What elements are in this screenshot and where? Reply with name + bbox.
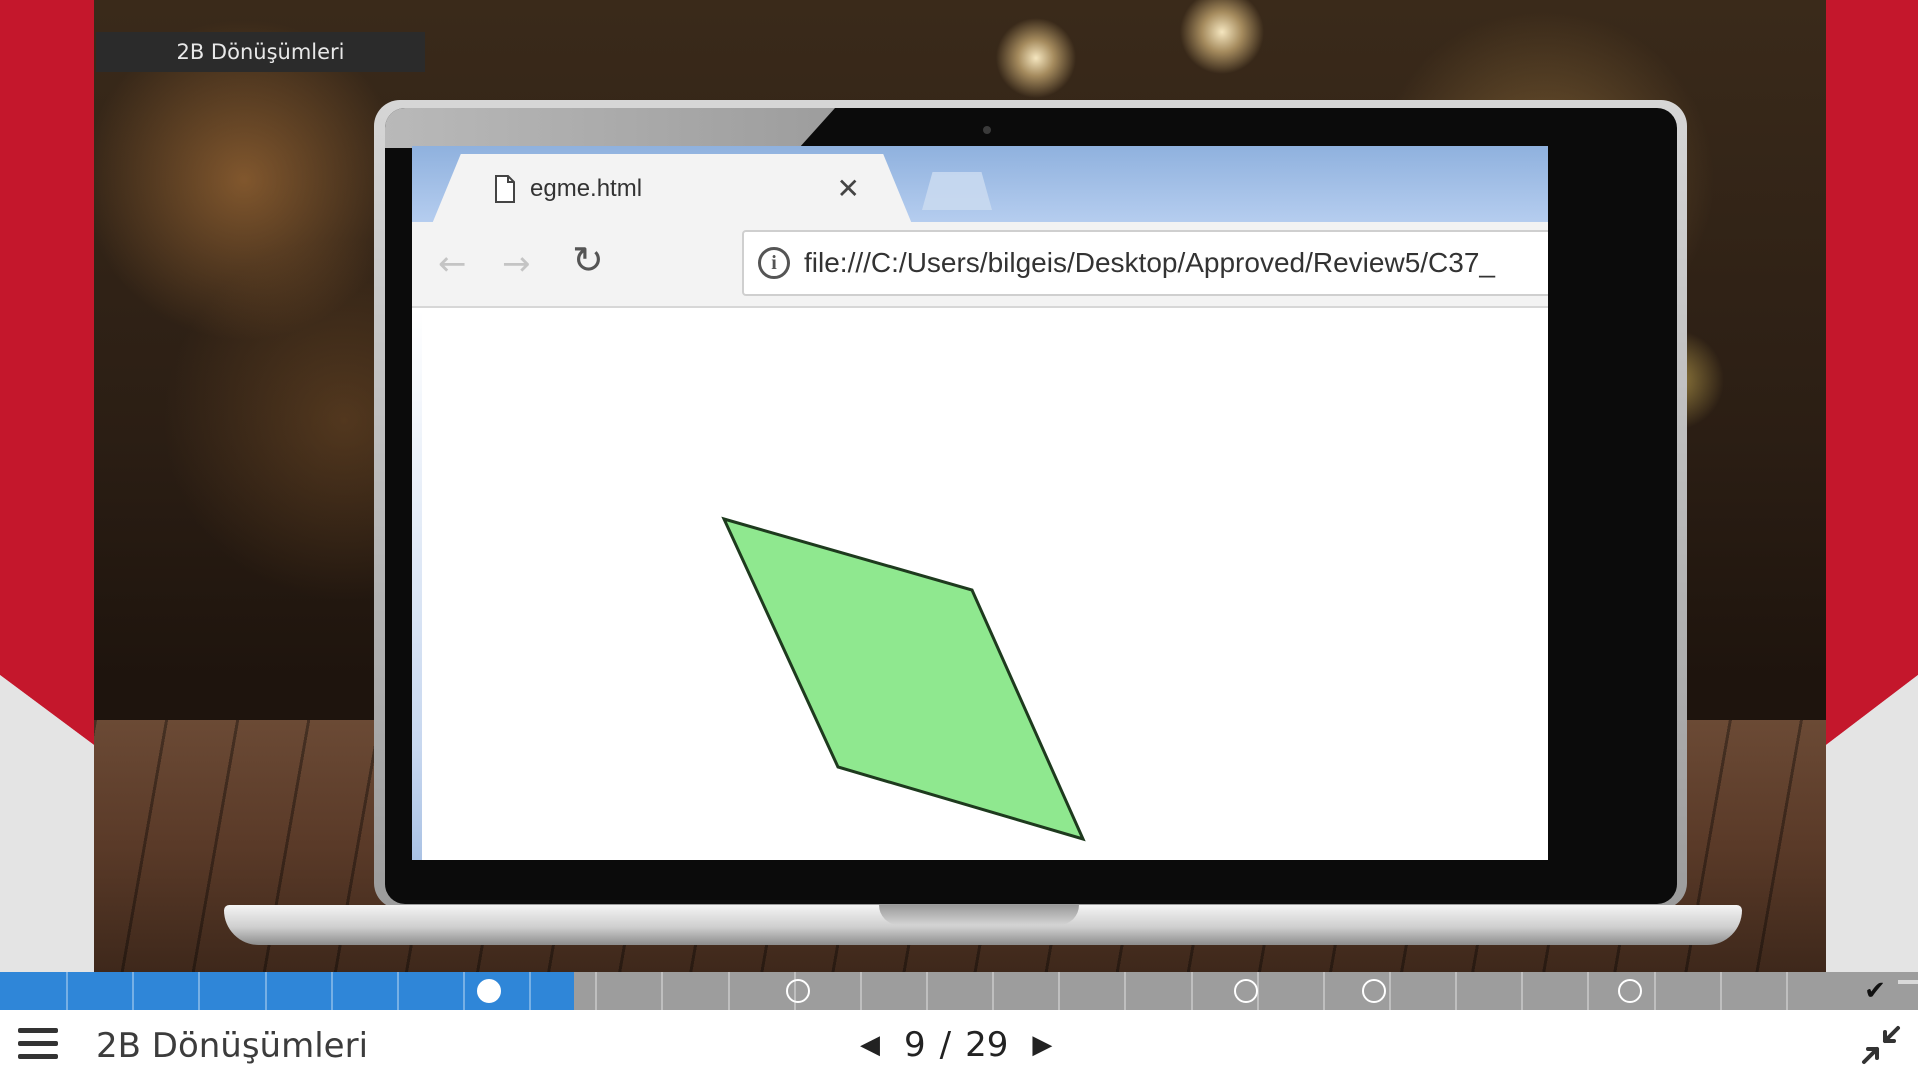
tab-close-icon: ✕ xyxy=(836,172,860,205)
progress-end-tick xyxy=(1898,980,1918,984)
browser-window: egme.html ✕ ← → ↻ i file:///C:/Users/bil… xyxy=(412,146,1548,860)
progress-segment-divider xyxy=(1455,972,1457,1010)
browser-page xyxy=(412,310,1548,860)
progress-segment-divider xyxy=(265,972,267,1010)
bezel-glare xyxy=(385,108,835,148)
checkmark-icon: ✔ xyxy=(1864,976,1886,1006)
browser-tab-strip: egme.html ✕ xyxy=(412,146,1548,224)
progress-segment-divider xyxy=(397,972,399,1010)
video-frame[interactable]: 2B Dönüşümleri egme.html ✕ ← → ↻ i file:… xyxy=(94,0,1826,972)
browser-tab: egme.html ✕ xyxy=(432,154,912,224)
parallelogram-shape xyxy=(721,516,1086,842)
browser-edge-glare xyxy=(412,310,422,860)
video-title-chip: 2B Dönüşümleri xyxy=(96,32,425,72)
back-arrow-icon: ← xyxy=(438,244,467,284)
forward-arrow-icon: → xyxy=(502,244,531,284)
browser-toolbar: ← → ↻ i file:///C:/Users/bilgeis/Desktop… xyxy=(412,222,1548,308)
progress-segment-divider xyxy=(992,972,994,1010)
laptop-notch xyxy=(879,905,1079,925)
progress-segment-divider xyxy=(595,972,597,1010)
current-position-marker[interactable] xyxy=(477,979,501,1003)
hamburger-icon xyxy=(18,1041,58,1046)
progress-segment-divider xyxy=(1786,972,1788,1010)
current-page: 9 xyxy=(904,1025,926,1065)
progress-bar[interactable] xyxy=(0,972,1918,1010)
tab-title: egme.html xyxy=(530,175,643,202)
red-banner-left xyxy=(0,0,94,972)
progress-segment-divider xyxy=(132,972,134,1010)
progress-segment-divider xyxy=(661,972,663,1010)
progress-segment-divider xyxy=(529,972,531,1010)
progress-segment-divider xyxy=(331,972,333,1010)
chapter-marker[interactable] xyxy=(1234,979,1258,1003)
caret-left-icon[interactable]: ◀ xyxy=(850,1030,890,1060)
progress-segment-divider xyxy=(1058,972,1060,1010)
page-separator: / xyxy=(939,1025,952,1065)
reload-icon: ↻ xyxy=(572,238,604,282)
player-control-bar: 2B Dönüşümleri ◀ 9 / 29 ▶ xyxy=(0,1010,1918,1078)
new-tab-button xyxy=(922,172,992,210)
course-title: 2B Dönüşümleri xyxy=(96,1026,369,1066)
red-banner-right xyxy=(1826,0,1918,972)
progress-segment-divider xyxy=(198,972,200,1010)
caret-right-icon[interactable]: ▶ xyxy=(1022,1030,1062,1060)
file-icon xyxy=(495,175,515,203)
progress-segment-divider xyxy=(728,972,730,1010)
chapter-marker[interactable] xyxy=(1618,979,1642,1003)
progress-segment-divider xyxy=(1587,972,1589,1010)
info-icon: i xyxy=(758,247,790,279)
progress-segment-divider xyxy=(1191,972,1193,1010)
progress-segment-divider xyxy=(1720,972,1722,1010)
chapter-marker[interactable] xyxy=(786,979,810,1003)
progress-segment-divider xyxy=(1124,972,1126,1010)
menu-button[interactable] xyxy=(18,1026,62,1062)
exit-fullscreen-icon[interactable] xyxy=(1860,1024,1902,1066)
hamburger-icon xyxy=(18,1028,58,1033)
progress-segment-divider xyxy=(1389,972,1391,1010)
progress-segment-divider xyxy=(1323,972,1325,1010)
progress-segment-divider xyxy=(860,972,862,1010)
laptop-camera xyxy=(983,126,991,134)
chapter-marker[interactable] xyxy=(1362,979,1386,1003)
address-bar: i file:///C:/Users/bilgeis/Desktop/Appro… xyxy=(742,230,1548,296)
progress-segment-divider xyxy=(463,972,465,1010)
total-pages: 29 xyxy=(965,1025,1009,1065)
progress-segment-divider xyxy=(66,972,68,1010)
progress-segment-divider xyxy=(926,972,928,1010)
progress-segment-divider xyxy=(1654,972,1656,1010)
page-navigator: ◀ 9 / 29 ▶ xyxy=(850,1022,1062,1068)
address-url: file:///C:/Users/bilgeis/Desktop/Approve… xyxy=(804,247,1495,278)
hamburger-icon xyxy=(18,1054,58,1059)
progress-segment-divider xyxy=(1521,972,1523,1010)
